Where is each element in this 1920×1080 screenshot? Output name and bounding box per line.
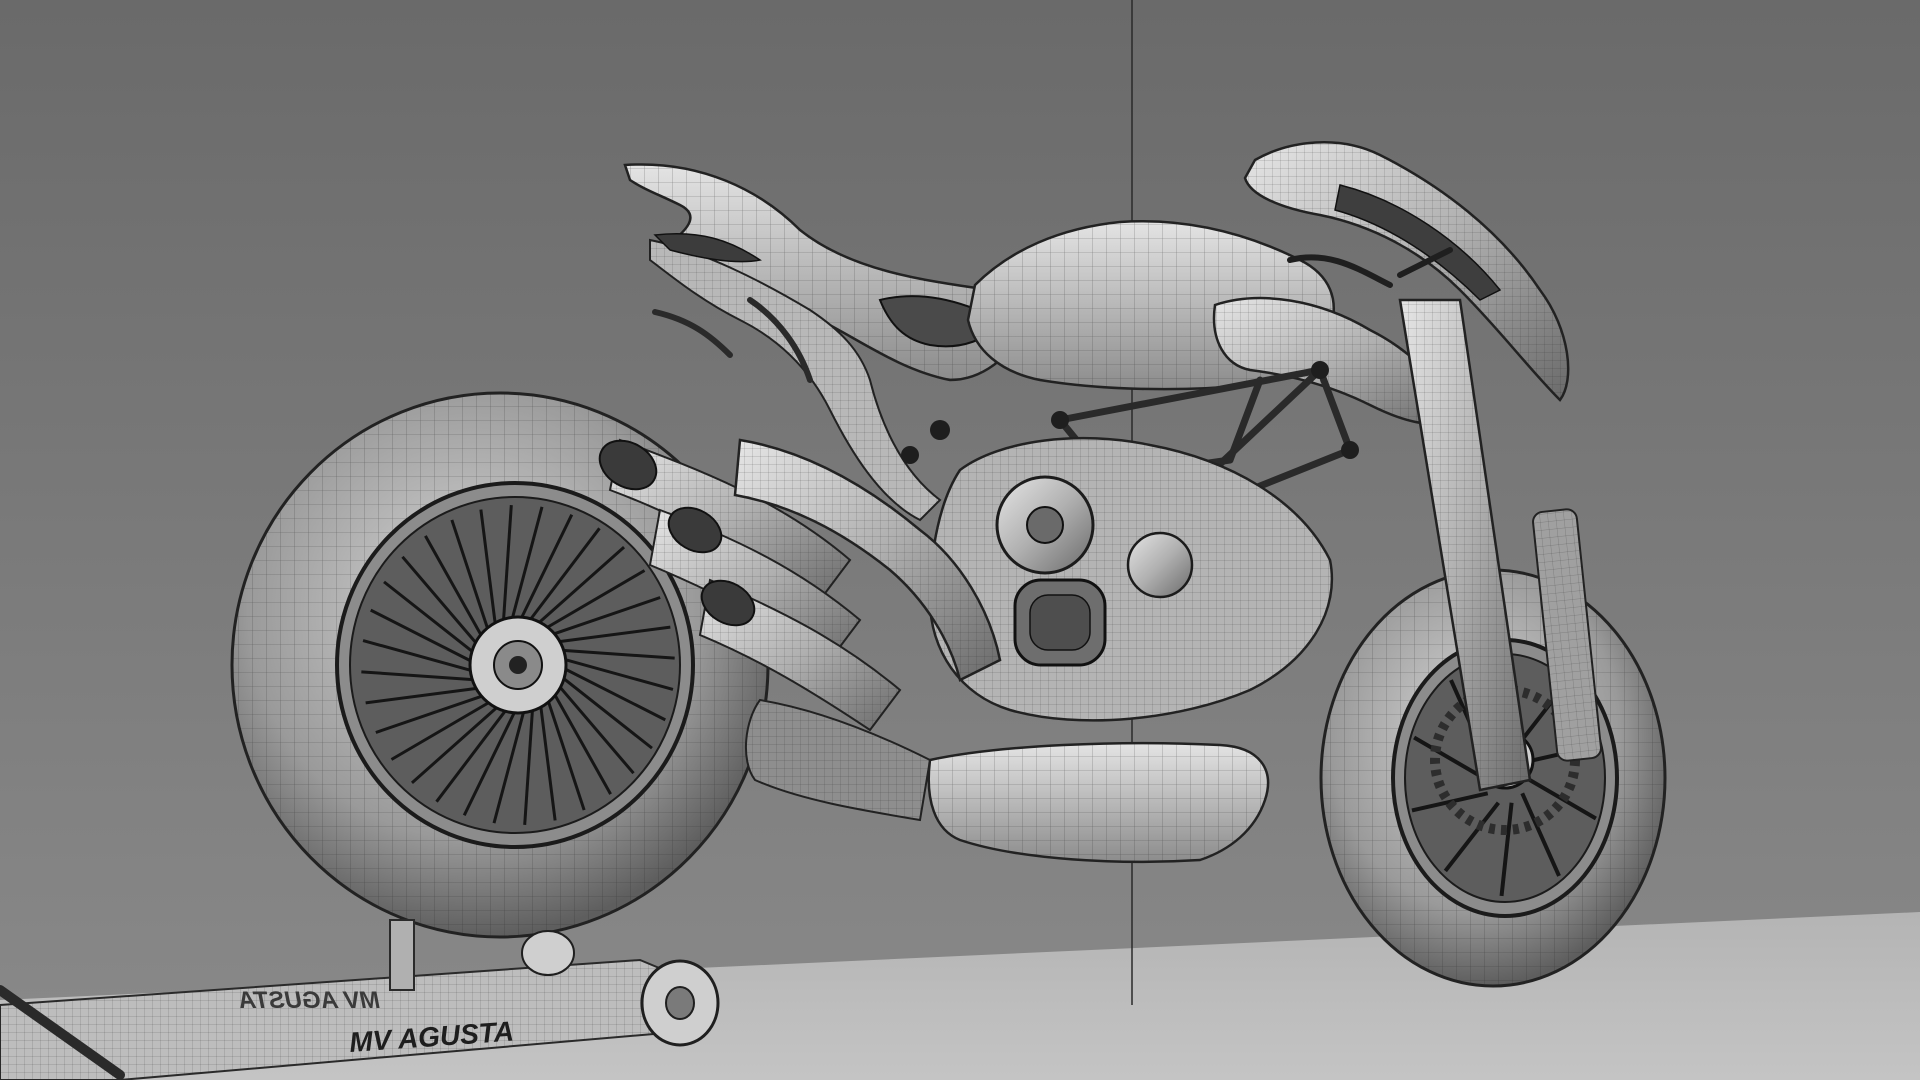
render-viewport: MV AGUSTA MV AGUSTA (0, 0, 1920, 1080)
wireframe-scene: MV AGUSTA MV AGUSTA (0, 0, 1920, 1080)
stand-brand-text-back: MV AGUSTA (239, 987, 380, 1014)
